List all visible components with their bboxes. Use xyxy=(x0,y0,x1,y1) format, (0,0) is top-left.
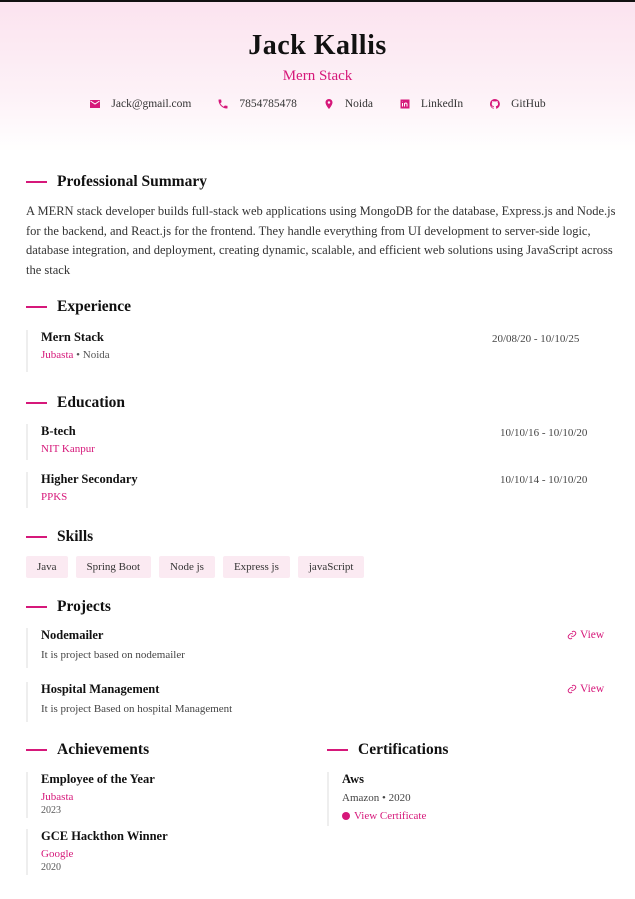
achievement-entry: Employee of the Year Jubasta 2023 xyxy=(26,772,155,818)
link-icon xyxy=(567,684,577,694)
certifications-heading-text: Certifications xyxy=(358,741,449,758)
education-entry: Higher Secondary PPKS xyxy=(26,472,138,508)
github-icon xyxy=(490,98,500,109)
project-view-label: View xyxy=(580,683,605,695)
summary-heading: Professional Summary xyxy=(26,173,207,191)
education-heading-text: Education xyxy=(57,394,126,411)
linkedin-icon xyxy=(400,99,410,109)
project-entry: Hospital Management It is project Based … xyxy=(26,682,232,722)
project-description: It is project Based on hospital Manageme… xyxy=(41,703,233,715)
candidate-role: Mern Stack xyxy=(282,68,353,84)
contact-linkedin-text: LinkedIn xyxy=(420,98,464,110)
experience-heading-text: Experience xyxy=(57,298,132,315)
project-view-label: View xyxy=(580,629,605,641)
phone-icon xyxy=(218,99,228,109)
contact-location: Noida xyxy=(323,98,373,110)
achievement-title: Employee of the Year xyxy=(41,772,155,786)
education-heading: Education xyxy=(26,394,125,412)
contact-github-text: GitHub xyxy=(511,98,546,110)
envelope-icon xyxy=(90,100,101,108)
heading-accent-bar xyxy=(26,536,47,538)
certification-entry: Aws Amazon • 2020 View Certificate xyxy=(327,772,426,826)
skill-tag: Java xyxy=(26,556,68,578)
certification-issuer-line: Amazon • 2020 xyxy=(342,792,411,804)
projects-heading: Projects xyxy=(26,598,111,616)
experience-entry: Mern Stack Jubasta • Noida xyxy=(26,330,110,372)
education-dates: 10/10/16 - 10/10/20 xyxy=(500,427,588,439)
project-view-link[interactable]: View xyxy=(567,629,604,641)
summary-text: A MERN stack developer builds full-stack… xyxy=(26,204,616,277)
education-dates: 10/10/14 - 10/10/20 xyxy=(500,474,588,486)
heading-accent-bar xyxy=(26,749,47,751)
achievement-entry: GCE Hackthon Winner Google 2020 xyxy=(26,829,168,875)
skills-list: Java Spring Boot Node js Express js java… xyxy=(26,556,365,578)
contact-github[interactable]: GitHub xyxy=(489,98,546,110)
skill-tag: Node js xyxy=(159,556,215,578)
experience-role: Mern Stack xyxy=(41,330,104,344)
contact-linkedin[interactable]: LinkedIn xyxy=(399,98,463,110)
heading-accent-bar xyxy=(327,749,348,751)
skill-tag: javaScript xyxy=(297,556,365,578)
skill-tag: Express js xyxy=(222,556,290,578)
heading-accent-bar xyxy=(26,306,47,308)
link-dot-icon xyxy=(342,812,350,820)
experience-company-line: Jubasta • Noida xyxy=(41,349,110,361)
achievement-year: 2023 xyxy=(41,805,61,816)
project-description: It is project based on nodemailer xyxy=(41,649,185,661)
education-entry: B-tech NIT Kanpur xyxy=(26,424,95,460)
contact-phone[interactable]: 7854785478 xyxy=(217,98,297,110)
view-certificate-link[interactable]: View Certificate xyxy=(342,810,426,822)
certification-issuer: Amazon xyxy=(342,792,380,804)
experience-dates: 20/08/20 - 10/10/25 xyxy=(492,333,580,345)
resume-page: Jack Kallis Mern Stack Jack@gmail.com 78… xyxy=(0,0,635,899)
experience-heading: Experience xyxy=(26,298,131,316)
education-degree: Higher Secondary xyxy=(41,472,138,486)
achievement-title: GCE Hackthon Winner xyxy=(41,829,168,843)
achievement-org: Google xyxy=(41,848,74,860)
education-degree: B-tech xyxy=(41,424,76,438)
projects-heading-text: Projects xyxy=(57,598,111,615)
project-name: Nodemailer xyxy=(41,628,104,642)
skills-heading-text: Skills xyxy=(57,528,94,545)
project-entry: Nodemailer It is project based on nodema… xyxy=(26,628,185,668)
heading-accent-bar xyxy=(26,181,47,183)
certification-name: Aws xyxy=(342,772,364,786)
skill-tag: Spring Boot xyxy=(75,556,152,578)
certifications-heading: Certifications xyxy=(327,741,448,759)
contact-email-text: Jack@gmail.com xyxy=(111,98,192,110)
contact-email[interactable]: Jack@gmail.com xyxy=(89,98,191,110)
location-pin-icon xyxy=(325,99,333,109)
heading-accent-bar xyxy=(26,402,47,404)
contact-bar: Jack@gmail.com 7854785478 Noida LinkedIn… xyxy=(0,98,635,110)
achievements-heading: Achievements xyxy=(26,741,149,759)
project-name: Hospital Management xyxy=(41,682,160,696)
resume-header: Jack Kallis Mern Stack Jack@gmail.com 78… xyxy=(0,0,635,152)
education-school: PPKS xyxy=(41,491,68,503)
candidate-name: Jack Kallis xyxy=(248,30,387,61)
education-school: NIT Kanpur xyxy=(41,443,95,455)
contact-phone-text: 7854785478 xyxy=(239,98,297,110)
contact-location-text: Noida xyxy=(344,98,373,110)
achievement-org: Jubasta xyxy=(41,791,74,803)
project-view-link[interactable]: View xyxy=(567,683,604,695)
certification-year: 2020 xyxy=(388,792,411,804)
achievement-year: 2020 xyxy=(41,862,61,873)
view-certificate-label: View Certificate xyxy=(354,810,427,822)
experience-company: Jubasta xyxy=(41,349,74,361)
skills-heading: Skills xyxy=(26,528,93,546)
link-icon xyxy=(567,630,577,640)
heading-accent-bar xyxy=(26,606,47,608)
achievements-heading-text: Achievements xyxy=(57,741,150,758)
experience-location: Noida xyxy=(82,349,110,361)
summary-heading-text: Professional Summary xyxy=(57,173,207,190)
